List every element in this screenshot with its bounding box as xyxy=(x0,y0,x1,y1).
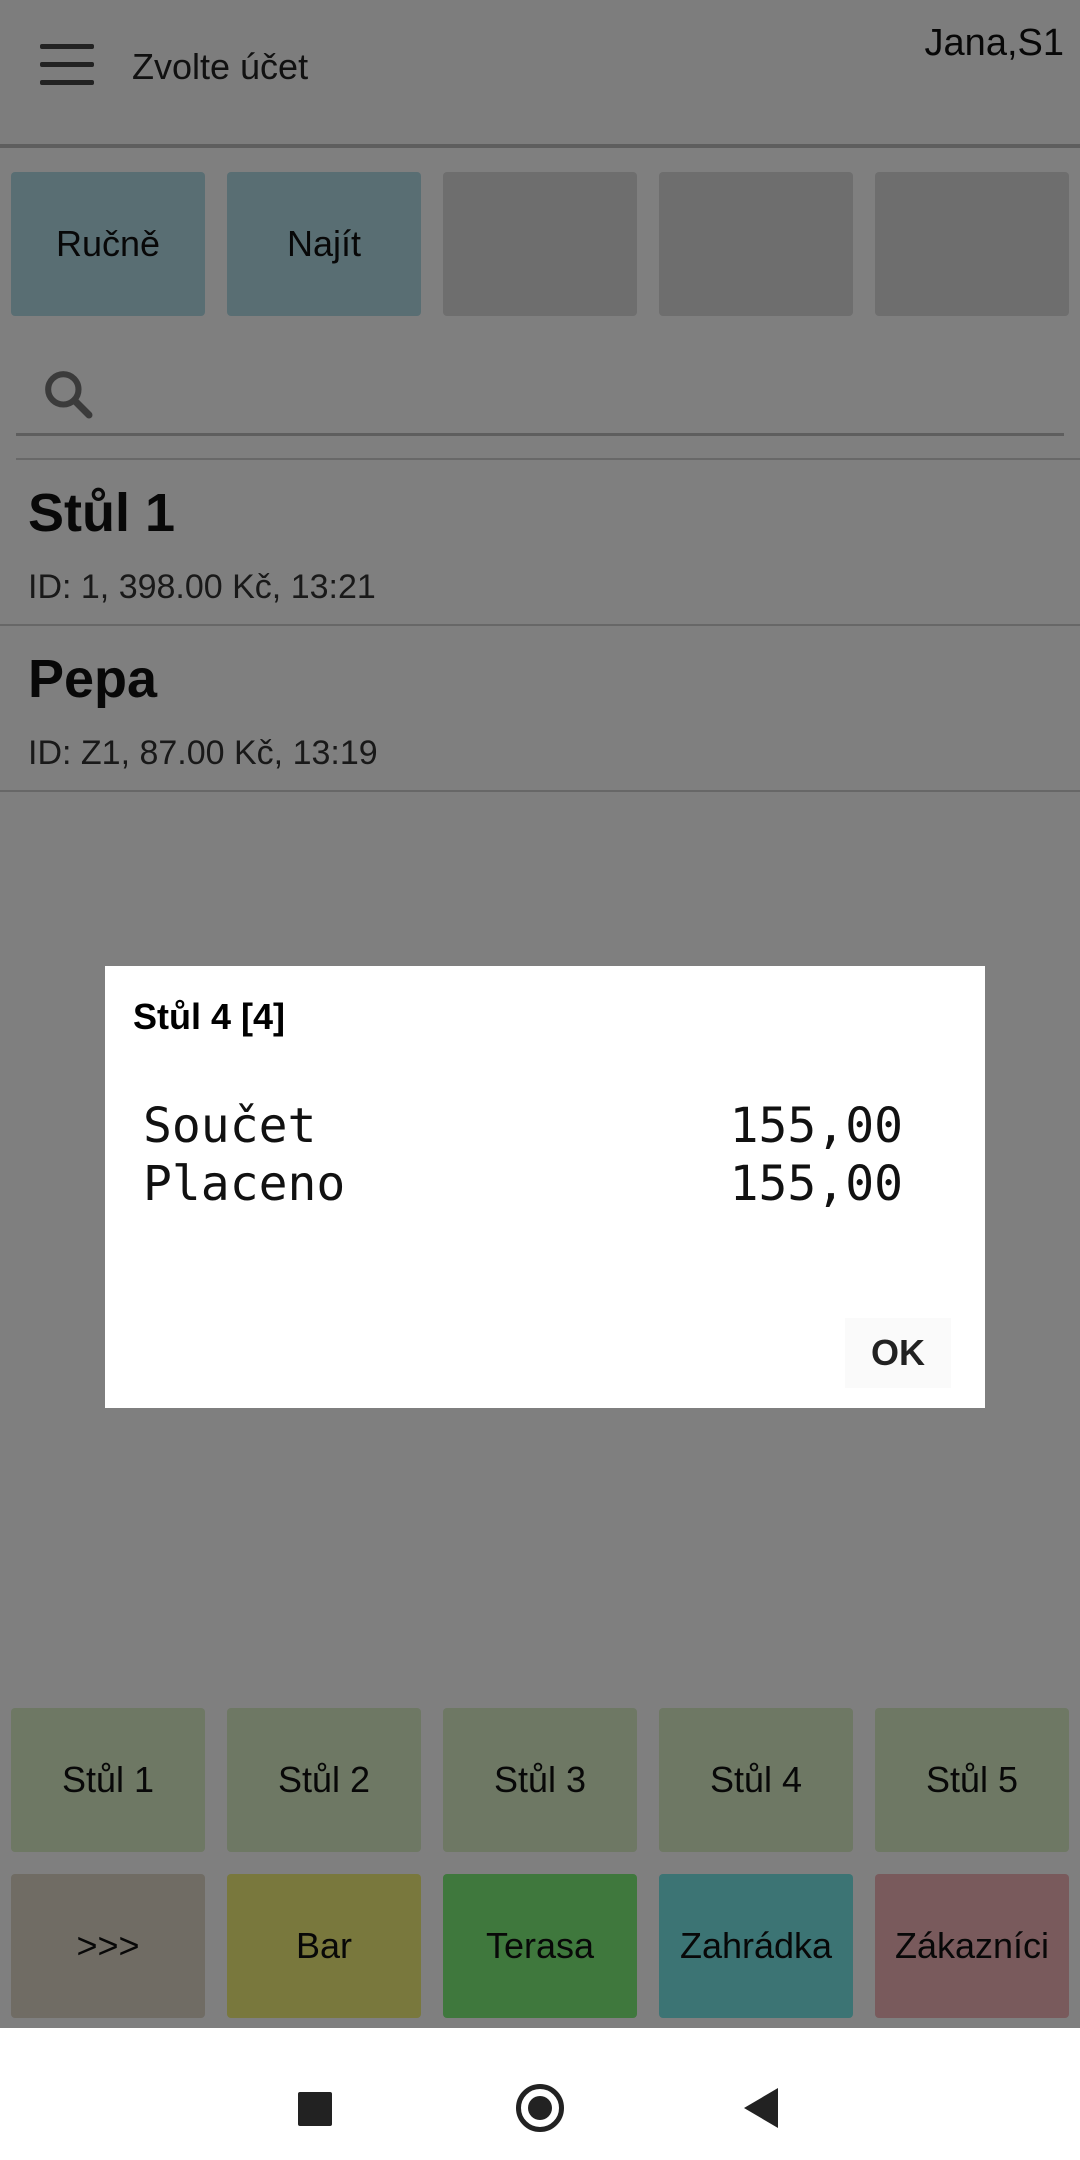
ok-button[interactable]: OK xyxy=(845,1318,951,1388)
home-icon[interactable] xyxy=(516,2084,564,2132)
total-label: Součet xyxy=(143,1098,317,1154)
total-value: 155,00 xyxy=(729,1098,903,1154)
recent-apps-icon[interactable] xyxy=(298,2092,332,2126)
paid-value: 155,00 xyxy=(729,1156,903,1212)
back-icon[interactable] xyxy=(744,2088,778,2128)
dialog-title: Stůl 4 [4] xyxy=(133,996,286,1037)
paid-label: Placeno xyxy=(143,1156,346,1212)
system-nav-bar xyxy=(0,2028,1080,2160)
summary-dialog: Stůl 4 [4] Součet 155,00 Placeno 155,00 … xyxy=(105,966,985,1408)
app-screen: Zvolte účet Jana,S1 Ručně Najít Stůl 1 I… xyxy=(0,0,1080,2028)
